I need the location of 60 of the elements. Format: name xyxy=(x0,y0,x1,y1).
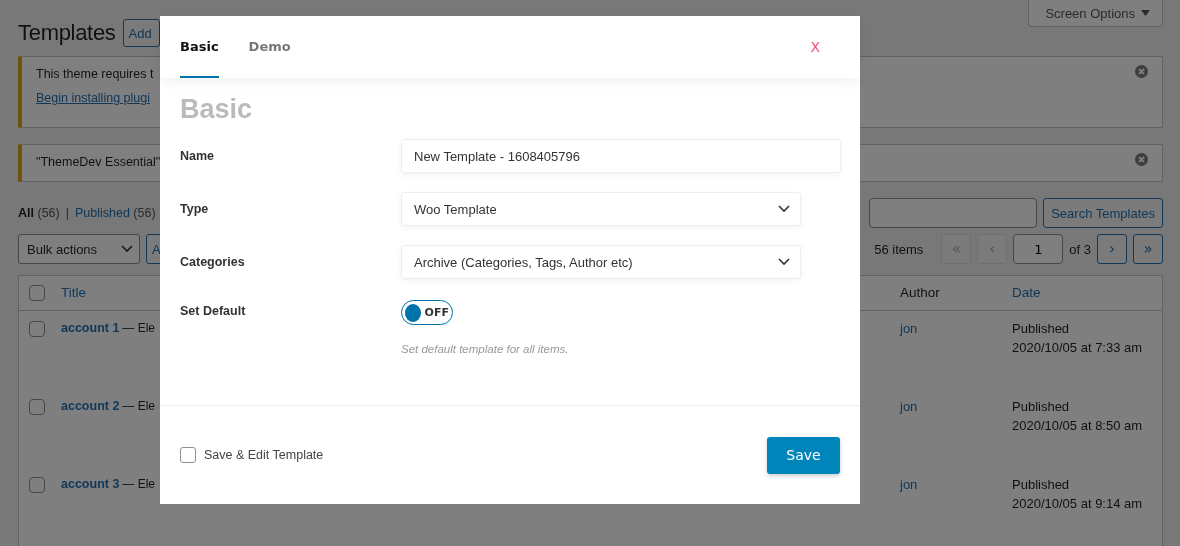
page-title: Templates xyxy=(18,20,116,46)
date-text: 2020/10/05 at 8:50 am xyxy=(1012,418,1144,433)
add-new-button[interactable]: Add xyxy=(122,19,160,47)
author-link[interactable]: jon xyxy=(900,477,1012,492)
status-filter-link[interactable]: All (56) xyxy=(18,206,60,220)
page-total: of 3 xyxy=(1069,241,1091,257)
name-input-field[interactable]: New Template - 1608405796 xyxy=(401,139,841,173)
separator: | xyxy=(65,206,69,220)
bulk-actions-select[interactable]: Bulk actions xyxy=(18,234,140,264)
field-label: Categories xyxy=(180,254,246,269)
search-field[interactable] xyxy=(869,198,1038,228)
template-title-link[interactable]: account 2 xyxy=(61,399,120,413)
dialog-tab[interactable]: Basic xyxy=(180,16,219,78)
search-button[interactable]: Search Templates xyxy=(1043,198,1163,228)
author-link[interactable]: jon xyxy=(900,321,1012,336)
notice-text: This theme requires t xyxy=(36,67,154,81)
dismiss-icon[interactable] xyxy=(1135,65,1148,78)
page-nav-button[interactable]: › xyxy=(1097,234,1127,264)
select-all-checkbox[interactable] xyxy=(29,285,45,301)
chevron-down-icon xyxy=(778,258,790,266)
notice-text: "ThemeDev Essential" xyxy=(36,155,161,169)
row-checkbox[interactable] xyxy=(29,321,45,337)
author-link[interactable]: jon xyxy=(900,399,1012,414)
page-number-field[interactable]: 1 xyxy=(1013,234,1064,264)
row-checkbox[interactable] xyxy=(29,477,45,493)
install-plugins-link[interactable]: Begin installing plugi xyxy=(36,91,154,105)
section-heading: Basic xyxy=(180,94,254,125)
status-text: Published xyxy=(1012,321,1071,336)
template-type-text: — Ele xyxy=(122,477,156,491)
hint-text: Set default template for all items. xyxy=(401,343,570,355)
date-column-header[interactable]: Date xyxy=(1012,285,1162,300)
status-filter-link[interactable]: Published (56) xyxy=(74,206,156,220)
screen-options-button[interactable]: Screen Options xyxy=(1028,0,1163,27)
template-title-link[interactable]: account 1 xyxy=(61,321,120,335)
dropdown-field[interactable]: Archive (Categories, Tags, Author etc) xyxy=(401,245,801,279)
toggle-switch[interactable]: OFF xyxy=(401,300,453,325)
triangle-down-icon xyxy=(1141,10,1150,16)
item-count: 56 items xyxy=(874,241,924,257)
page-nav-button[interactable]: » xyxy=(1133,234,1163,264)
field-label: Name xyxy=(180,148,216,163)
author-column-header: Author xyxy=(900,285,941,300)
field-label: Type xyxy=(180,201,210,216)
dismiss-icon[interactable] xyxy=(1135,153,1148,166)
checkbox-label: Save & Edit Template xyxy=(204,448,324,462)
chevron-down-icon xyxy=(778,205,790,213)
date-text: 2020/10/05 at 7:33 am xyxy=(1012,340,1144,355)
template-type-text: — Ele xyxy=(122,321,156,335)
dropdown-field[interactable]: Woo Template xyxy=(401,192,801,226)
template-title-link[interactable]: account 3 xyxy=(61,477,120,491)
save-edit-checkbox[interactable] xyxy=(180,447,196,463)
template-type-text: — Ele xyxy=(122,399,156,413)
row-checkbox[interactable] xyxy=(29,399,45,415)
save-button[interactable]: Save xyxy=(767,436,840,474)
chevron-down-icon xyxy=(121,245,133,253)
close-button[interactable]: X xyxy=(810,39,820,55)
date-text: 2020/10/05 at 9:14 am xyxy=(1012,496,1144,511)
status-text: Published xyxy=(1012,399,1071,414)
field-label: Set Default xyxy=(180,303,247,318)
dialog-tab[interactable]: Demo xyxy=(248,16,291,78)
status-text: Published xyxy=(1012,477,1071,492)
